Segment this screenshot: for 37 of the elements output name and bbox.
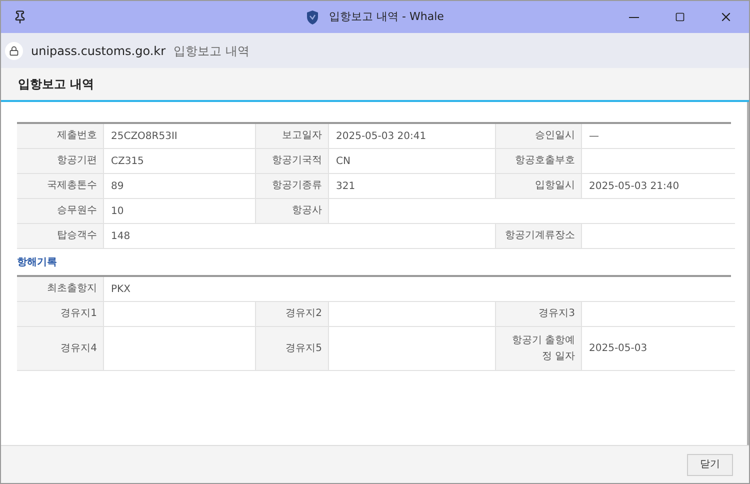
field-label: 항공기종류 xyxy=(255,174,329,199)
field-label: 항공기국적 xyxy=(255,149,329,174)
field-label: 보고일자 xyxy=(255,124,329,149)
field-value: — xyxy=(582,124,735,149)
field-label: 승무원수 xyxy=(17,199,104,224)
maximize-icon xyxy=(675,12,685,22)
field-label: 국제총톤수 xyxy=(17,174,104,199)
field-label: 항공기 출항예정 일자 xyxy=(495,327,582,371)
field-value: PKX xyxy=(104,277,255,302)
field-label: 경유지3 xyxy=(495,302,582,327)
field-value: 148 xyxy=(104,224,255,249)
field-label: 항공사 xyxy=(255,199,329,224)
field-label: 항공호출부호 xyxy=(495,149,582,174)
field-label: 탑승객수 xyxy=(17,224,104,249)
field-label: 최초출항지 xyxy=(17,277,104,302)
minimize-icon xyxy=(629,16,639,18)
url-text: unipass.customs.go.kr xyxy=(31,42,166,60)
field-label: 입항일시 xyxy=(495,174,582,199)
field-value: 2025-05-03 xyxy=(582,327,735,371)
page-heading: 입항보고 내역 xyxy=(18,76,94,93)
field-label: 항공기계류장소 xyxy=(495,224,582,249)
section-title: 항해기록 xyxy=(17,256,57,270)
field-value: 2025-05-03 21:40 xyxy=(582,174,735,199)
field-label: 경유지2 xyxy=(255,302,329,327)
shield-icon xyxy=(306,10,320,24)
lock-icon[interactable] xyxy=(5,42,23,60)
field-label: 경유지4 xyxy=(17,327,104,371)
page-title-text: 입항보고 내역 xyxy=(174,42,250,60)
field-label: 경유지1 xyxy=(17,302,104,327)
close-icon xyxy=(719,10,733,24)
close-dialog-button[interactable]: 닫기 xyxy=(687,454,733,476)
field-label: 승인일시 xyxy=(495,124,582,149)
field-label: 경유지5 xyxy=(255,327,329,371)
field-label: 제출번호 xyxy=(17,124,104,149)
pin-icon[interactable] xyxy=(13,10,27,24)
field-label: 항공기편 xyxy=(17,149,104,174)
window-title: 입항보고 내역 - Whale xyxy=(329,8,444,25)
